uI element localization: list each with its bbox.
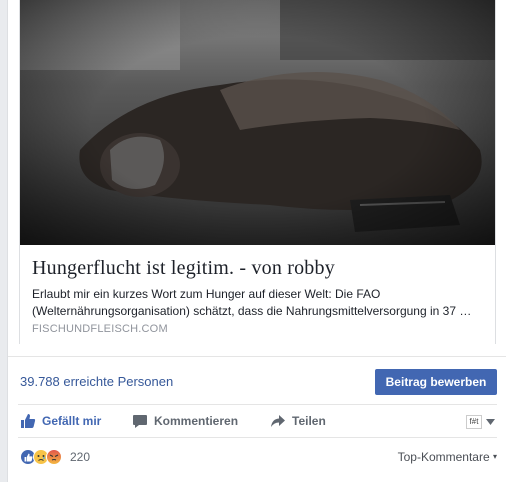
link-description: Erlaubt mir ein kurzes Wort zum Hunger a… [32,287,472,318]
people-reached-link[interactable]: 39.788 erreichte Personen [20,374,173,389]
comment-sort-dropdown[interactable]: Top-Kommentare ▾ [398,450,497,464]
link-preview-text[interactable]: Hungerflucht ist legitim. - von robby Er… [20,245,495,344]
link-preview-image[interactable] [20,0,495,245]
reach-bar: 39.788 erreichte Personen Beitrag bewerb… [8,356,506,404]
angry-icon [46,449,62,465]
reactions-summary: 220 Top-Kommentare ▾ [18,446,497,470]
caret-down-icon: ▾ [492,452,497,461]
chevron-down-icon [486,417,495,428]
reaction-count[interactable]: 220 [70,450,90,464]
boost-post-button[interactable]: Beitrag bewerben [375,369,497,395]
link-source-domain: FISCHUNDFLEISCH.COM [32,323,168,335]
link-preview-card[interactable]: Hungerflucht ist legitim. - von robby Er… [19,0,496,344]
reaction-icons[interactable] [20,449,62,465]
share-arrow-icon [270,413,286,429]
like-label: Gefällt mir [42,414,102,428]
post: Hungerflucht ist legitim. - von robby Er… [7,0,506,482]
comment-label: Kommentieren [154,414,239,428]
action-bar: Gefällt mir Kommentieren Teilen f#t [18,404,497,438]
page-voice-selector[interactable]: f#t [466,415,495,429]
comment-bubble-icon [132,413,148,429]
comment-button[interactable]: Kommentieren [132,413,238,429]
sleeping-man-photo [20,0,495,245]
link-title[interactable]: Hungerflucht ist legitim. - von robby [32,257,335,280]
comment-sort-label: Top-Kommentare [397,450,490,464]
page-avatar: f#t [466,415,482,429]
share-button[interactable]: Teilen [270,413,326,429]
thumbs-up-icon [20,413,36,429]
like-button[interactable]: Gefällt mir [20,413,101,429]
share-label: Teilen [292,414,326,428]
